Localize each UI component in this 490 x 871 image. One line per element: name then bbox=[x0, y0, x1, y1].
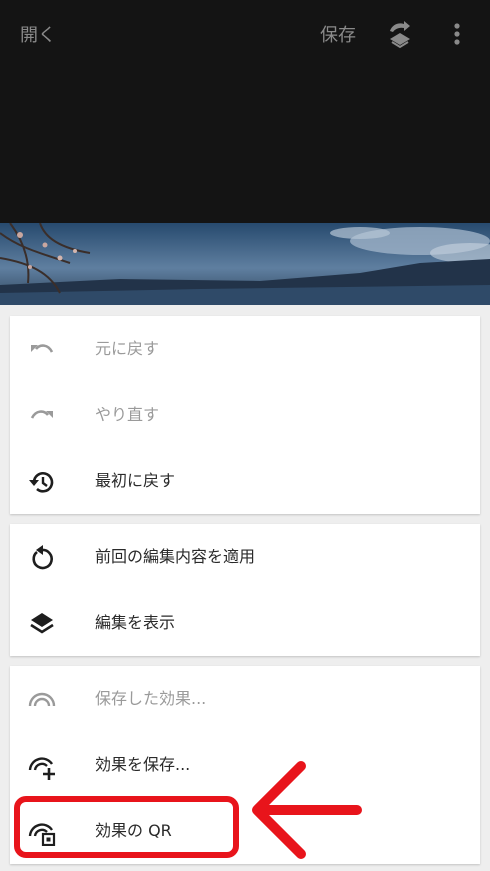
menu-item-label: 元に戻す bbox=[95, 339, 160, 358]
menu-item-view-edits[interactable]: 編集を表示 bbox=[10, 590, 480, 656]
menu-item-label: 前回の編集内容を適用 bbox=[95, 547, 256, 566]
red-arrow-icon bbox=[252, 761, 362, 859]
layers-icon bbox=[30, 613, 54, 634]
menu-item-undo[interactable]: 元に戻す bbox=[10, 316, 480, 382]
menu-item-label: 編集を表示 bbox=[95, 613, 176, 632]
history-icon bbox=[29, 472, 54, 493]
highlight-box bbox=[14, 796, 239, 858]
menu-item-saved-looks[interactable]: 保存した効果... bbox=[10, 666, 480, 732]
open-button[interactable]: 開く bbox=[20, 21, 56, 47]
history-menu-card: 元に戻す やり直す 最初に戻す bbox=[10, 316, 480, 514]
menu-item-label: 最初に戻す bbox=[95, 471, 176, 490]
menu-item-revert[interactable]: 最初に戻す bbox=[10, 448, 480, 514]
top-toolbar: 開く 保存 bbox=[0, 0, 490, 223]
menu-item-label: 効果を保存... bbox=[95, 755, 191, 774]
saved-looks-icon bbox=[28, 692, 56, 707]
more-vert-icon[interactable] bbox=[449, 21, 465, 47]
layers-stack-icon[interactable] bbox=[386, 19, 414, 49]
menu-item-label: やり直す bbox=[95, 405, 160, 424]
photo-preview bbox=[0, 223, 490, 305]
menu-item-redo[interactable]: やり直す bbox=[10, 382, 480, 448]
save-look-icon bbox=[28, 757, 55, 780]
redo-icon bbox=[30, 410, 53, 419]
menu-item-reapply[interactable]: 前回の編集内容を適用 bbox=[10, 524, 480, 590]
reapply-icon bbox=[32, 545, 53, 570]
save-button[interactable]: 保存 bbox=[320, 21, 356, 47]
menu-item-label: 保存した効果... bbox=[95, 689, 207, 708]
undo-icon bbox=[31, 344, 54, 353]
edits-menu-card: 前回の編集内容を適用 編集を表示 bbox=[10, 524, 480, 656]
